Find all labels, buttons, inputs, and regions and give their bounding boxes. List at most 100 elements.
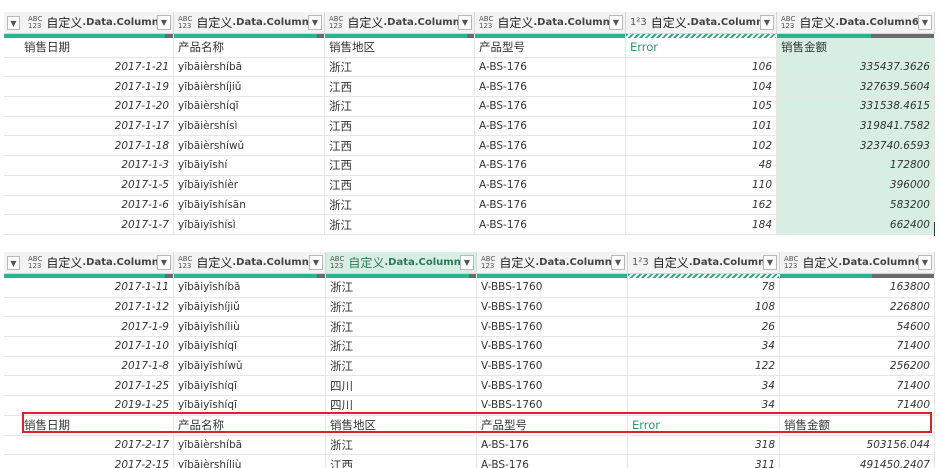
table-cell[interactable]: 销售地区: [326, 415, 477, 435]
column-header[interactable]: ABC 123 自定义 .Data.Column3 ▼: [325, 12, 475, 34]
table-row[interactable]: 2019-1-25 yībāiyīshíqī 四川 V-BBS-1760 34 71400: [4, 396, 935, 416]
table-cell[interactable]: 104: [626, 77, 777, 97]
table-cell[interactable]: 江西: [325, 116, 475, 136]
table-row[interactable]: 2017-1-17 yībāièrshísì 江西 A-BS-176 101 319841…: [4, 116, 935, 137]
table-cell[interactable]: 583200: [777, 195, 935, 215]
chevron-down-icon[interactable]: ▼: [157, 15, 171, 30]
table-cell[interactable]: yībāiyīshíbā: [174, 278, 326, 297]
chevron-down-icon[interactable]: ▼: [763, 255, 777, 270]
table-cell[interactable]: 销售日期: [4, 38, 174, 57]
table-cell[interactable]: A-BS-176: [475, 57, 626, 77]
table-cell[interactable]: 浙江: [326, 278, 477, 297]
table-cell[interactable]: 2017-2-17: [4, 435, 174, 455]
table-cell[interactable]: 四川: [326, 396, 477, 415]
table-cell[interactable]: 浙江: [325, 57, 475, 77]
table-cell[interactable]: 34: [628, 396, 780, 415]
table-cell[interactable]: A-BS-176: [475, 77, 626, 97]
table-cell[interactable]: A-BS-176: [475, 136, 626, 156]
chevron-down-icon[interactable]: ▼: [611, 255, 625, 270]
table-cell[interactable]: 江西: [326, 455, 477, 468]
table-cell[interactable]: 226800: [780, 297, 935, 317]
table-cell[interactable]: 2017-1-11: [4, 278, 174, 297]
table-cell[interactable]: V-BBS-1760: [477, 278, 628, 297]
type-any-icon[interactable]: ABC 123: [479, 15, 493, 30]
table-cell[interactable]: 销售日期: [4, 415, 174, 435]
table-cell[interactable]: 浙江: [326, 356, 477, 376]
table-cell[interactable]: V-BBS-1760: [477, 317, 628, 337]
chevron-down-icon[interactable]: ▼: [308, 15, 322, 30]
table-cell[interactable]: 江西: [325, 77, 475, 97]
column-header[interactable]: ▼ ABC 123 自定义 .Data.Column1 ▼: [4, 252, 174, 274]
table-cell[interactable]: 491450.2407: [780, 455, 935, 468]
column-header[interactable]: 1²3 自定义 .Data.Column5 ▼: [628, 252, 780, 274]
table-row[interactable]: 2017-1-3 yībāiyīshí 江西 A-BS-176 48 172800: [4, 156, 935, 176]
chevron-down-icon[interactable]: ▼: [918, 15, 932, 30]
type-any-icon[interactable]: ABC 123: [178, 255, 192, 270]
table-cell[interactable]: yībāièrshíjiǔ: [174, 77, 325, 97]
column-header[interactable]: ABC 123 自定义 .Data.Column6 ▼: [777, 12, 935, 34]
table-cell[interactable]: 2017-1-21: [4, 57, 174, 77]
table-row[interactable]: 2017-1-20 yībāièrshíqī 浙江 A-BS-176 105 331538…: [4, 97, 935, 117]
column-header[interactable]: ABC 123 自定义 .Data.Column4 ▼: [477, 252, 628, 274]
table-cell[interactable]: 浙江: [326, 435, 477, 455]
table-cell[interactable]: 2017-1-25: [4, 376, 174, 396]
table-cell[interactable]: 110: [626, 175, 777, 195]
chevron-down-icon[interactable]: ▼: [918, 255, 932, 270]
table-row-subheader[interactable]: 销售日期 产品名称 销售地区 产品型号 Error 销售金额: [4, 38, 935, 58]
type-any-icon[interactable]: ABC 123: [329, 15, 343, 30]
table-cell[interactable]: 2017-1-8: [4, 356, 174, 376]
table-cell[interactable]: 产品型号: [477, 415, 628, 435]
table-cell[interactable]: 101: [626, 116, 777, 136]
type-any-icon[interactable]: 1²3: [632, 257, 649, 269]
table-cell[interactable]: yībāiyīshísì: [174, 215, 325, 234]
column-header[interactable]: ABC 123 自定义 .Data.Column6 ▼: [780, 252, 935, 274]
table-cell[interactable]: A-BS-176: [475, 156, 626, 175]
chevron-down-icon[interactable]: ▼: [609, 15, 623, 30]
table-cell[interactable]: 销售地区: [325, 38, 475, 57]
table-cell[interactable]: 产品名称: [174, 415, 326, 435]
table-cell[interactable]: V-BBS-1760: [477, 356, 628, 376]
table-cell[interactable]: 产品型号: [475, 38, 626, 57]
table-row[interactable]: 2017-2-17 yībāièrshíbā 浙江 A-BS-176 318 503156…: [4, 435, 935, 456]
table-cell[interactable]: A-BS-176: [475, 195, 626, 215]
table-cell[interactable]: 71400: [780, 396, 935, 415]
table-cell[interactable]: yībāiyīshíliù: [174, 317, 326, 337]
table-cell[interactable]: V-BBS-1760: [477, 337, 628, 356]
table-cell[interactable]: 184: [626, 215, 777, 234]
table-cell[interactable]: yībāièrshíliù: [174, 455, 326, 468]
column-header[interactable]: ABC 123 自定义 .Data.Column2 ▼: [174, 12, 325, 34]
table-cell[interactable]: 662400: [777, 215, 935, 234]
chevron-down-icon[interactable]: ▼: [460, 255, 474, 270]
table-cell[interactable]: 2017-1-5: [4, 175, 174, 195]
table-cell[interactable]: yībāièrshísì: [174, 116, 325, 136]
table-cell[interactable]: 256200: [780, 356, 935, 376]
table-row[interactable]: 2017-1-10 yībāiyīshíqī 浙江 V-BBS-1760 34 71400: [4, 337, 935, 357]
table-cell[interactable]: 浙江: [325, 215, 475, 234]
column-header[interactable]: ABC 123 自定义 .Data.Column3 ▼: [326, 252, 477, 274]
table-cell[interactable]: 26: [628, 317, 780, 337]
table-cell[interactable]: 78: [628, 278, 780, 297]
table-cell[interactable]: 54600: [780, 317, 935, 337]
table-cell[interactable]: yībāièrshíqī: [174, 97, 325, 116]
table-cell[interactable]: 2017-2-15: [4, 455, 174, 468]
table-cell[interactable]: A-BS-176: [477, 455, 628, 468]
table-row-subheader[interactable]: 销售日期 产品名称 销售地区 产品型号 Error 销售金额: [4, 415, 935, 436]
table-row[interactable]: 2017-1-18 yībāièrshíwǔ 江西 A-BS-176 102 323740…: [4, 136, 935, 157]
table-cell[interactable]: 335437.3626: [777, 57, 935, 77]
table-menu-chevron-down-icon[interactable]: ▼: [7, 16, 20, 30]
table-cell[interactable]: 2017-1-3: [4, 156, 174, 175]
table-cell[interactable]: A-BS-176: [475, 116, 626, 136]
chevron-down-icon[interactable]: ▼: [157, 255, 171, 270]
column-header[interactable]: 1²3 自定义 .Data.Column5 ▼: [626, 12, 777, 34]
table-cell[interactable]: 105: [626, 97, 777, 116]
table-cell[interactable]: 71400: [780, 337, 935, 356]
table-cell[interactable]: 江西: [325, 136, 475, 156]
type-any-icon[interactable]: ABC 123: [28, 255, 42, 270]
table-cell[interactable]: 162: [626, 195, 777, 215]
table-cell[interactable]: 2017-1-17: [4, 116, 174, 136]
table-cell[interactable]: Error: [626, 38, 777, 57]
table-row[interactable]: 2017-1-7 yībāiyīshísì 浙江 A-BS-176 184 662400: [4, 215, 935, 235]
table-cell[interactable]: 销售金额: [777, 38, 935, 57]
table-cell[interactable]: 311: [628, 455, 780, 468]
table-cell[interactable]: yībāiyīshíqī: [174, 396, 326, 415]
